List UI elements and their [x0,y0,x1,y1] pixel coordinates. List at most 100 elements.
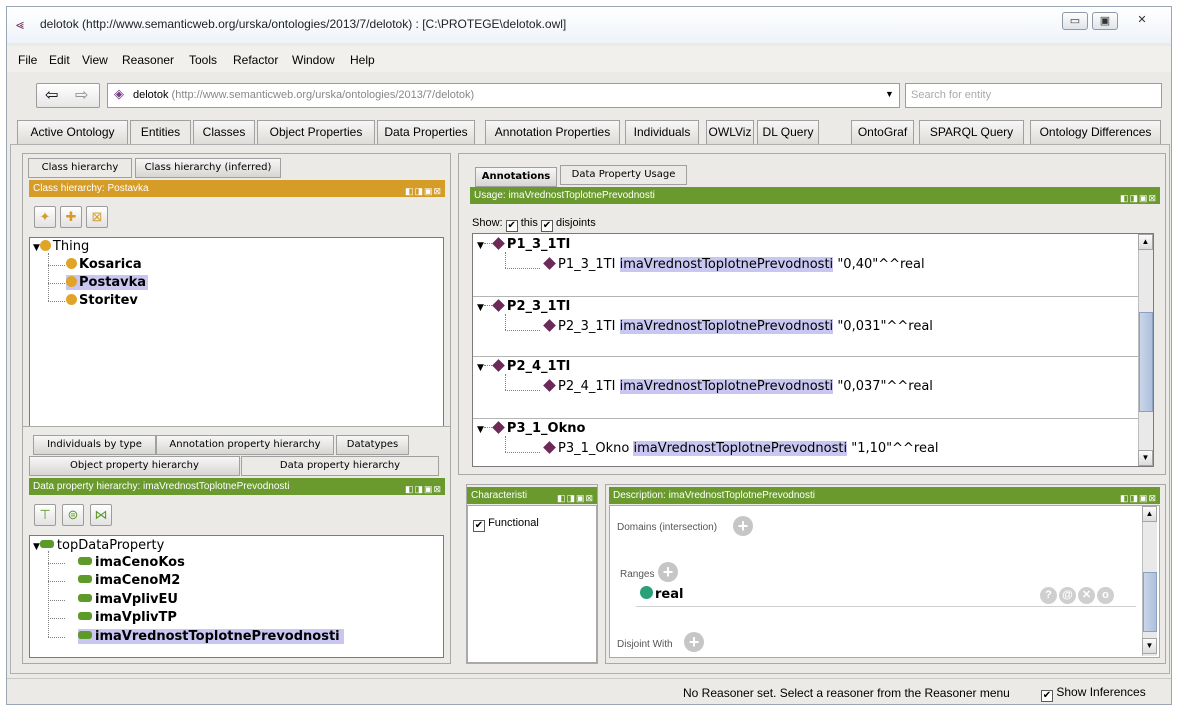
add-sibling-class-icon[interactable]: ✚ [60,206,82,228]
explain-icon[interactable]: ? [1040,587,1057,604]
description-scroll-thumb[interactable] [1143,572,1157,632]
usage-item-header[interactable]: ▼ P1_3_1TI [477,237,570,252]
tree-connector [48,637,65,638]
tab-annotation-property-hierarchy[interactable]: Annotation property hierarchy [156,435,334,455]
tree-connector [505,436,506,452]
chevron-down-icon[interactable]: ▼ [885,89,894,99]
tab-entities[interactable]: Entities [130,120,191,145]
add-subclass-icon[interactable]: ✦ [34,206,56,228]
tab-owlviz[interactable]: OWLViz [706,120,754,144]
usage-item-assertion[interactable]: P2_3_1TI imaVrednostToplotnePrevodnosti … [543,319,933,334]
usage-scroll-thumb[interactable] [1139,312,1153,412]
tree-node-imacenom2[interactable]: imaCenoM2 [78,573,180,588]
menu-view[interactable]: View [82,53,108,67]
tab-classes[interactable]: Classes [193,120,255,144]
menu-reasoner[interactable]: Reasoner [122,53,174,67]
tab-sparql-query[interactable]: SPARQL Query [919,120,1024,144]
functional-checkbox[interactable]: ✔ [473,520,485,532]
tab-ontology-differences[interactable]: Ontology Differences [1030,120,1161,144]
expand-arrow-icon[interactable]: ▼ [33,243,40,253]
tree-node-thing[interactable]: ▼ Thing [33,239,89,254]
back-arrow-icon[interactable]: ⇦ [45,85,58,105]
expand-arrow-icon[interactable]: ▼ [33,542,40,552]
close-button[interactable]: ✕ [1124,12,1160,30]
scroll-up-icon[interactable]: ▲ [1138,234,1153,250]
view-controls-icon[interactable]: ◧◨▣⊠ [1120,190,1157,204]
minimize-button[interactable]: ▭ [1062,12,1088,30]
tree-node-postavka[interactable]: Postavka [66,275,149,290]
view-controls-icon[interactable]: ◧◨▣⊠ [557,490,594,504]
tab-annotation-properties[interactable]: Annotation Properties [485,120,620,144]
range-item[interactable]: real [640,586,683,602]
menu-help[interactable]: Help [350,53,375,67]
reasoner-status: No Reasoner set. Select a reasoner from … [683,686,1010,700]
search-input[interactable]: Search for entity [905,83,1162,108]
tree-node-imacenokos[interactable]: imaCenoKos [78,555,185,570]
expand-arrow-icon[interactable]: ▼ [477,425,484,435]
tab-active-ontology[interactable]: Active Ontology [17,120,128,144]
add-sub-property-icon[interactable]: ⊤ [34,504,56,526]
maximize-button[interactable]: ▣ [1092,12,1118,30]
annotate-icon[interactable]: @ [1059,587,1076,604]
divider [473,418,1138,419]
menu-file[interactable]: File [18,53,37,67]
description-header: Description: imaVrednostToplotnePrevodno… [609,487,1160,504]
tab-class-hierarchy-inferred[interactable]: Class hierarchy (inferred) [135,158,281,178]
usage-item-header[interactable]: ▼ P2_3_1TI [477,299,570,314]
tab-dl-query[interactable]: DL Query [757,120,819,144]
tab-annotations[interactable]: Annotations [475,167,557,187]
menu-edit[interactable]: Edit [49,53,70,67]
add-range-icon[interactable]: + [658,562,678,582]
usage-item-assertion[interactable]: P1_3_1TI imaVrednostToplotnePrevodnosti … [543,257,925,272]
usage-item-header[interactable]: ▼ P3_1_Okno [477,421,585,436]
tab-data-properties[interactable]: Data Properties [377,120,475,144]
functional-row: ✔ Functional [473,517,539,532]
scroll-up-icon[interactable]: ▲ [1142,506,1157,522]
tree-node-top-data-property[interactable]: ▼ topDataProperty [33,538,164,553]
disjoints-checkbox[interactable]: ✔ [540,220,553,232]
tab-individuals-by-type[interactable]: Individuals by type [33,435,156,455]
tab-individuals[interactable]: Individuals [625,120,699,144]
add-disjoint-icon[interactable]: + [684,632,704,652]
tab-datatypes[interactable]: Datatypes [336,435,409,455]
edit-icon[interactable]: o [1097,587,1114,604]
menu-tools[interactable]: Tools [189,53,217,67]
add-sibling-property-icon[interactable]: ⊜ [62,504,84,526]
scroll-down-icon[interactable]: ▼ [1142,638,1157,654]
class-icon [66,258,77,269]
tab-object-properties[interactable]: Object Properties [257,120,375,144]
delete-class-icon[interactable]: ⊠ [86,206,108,228]
tree-node-imavrednosttoplotneprevodnosti[interactable]: imaVrednostToplotnePrevodnosti [78,629,344,644]
usage-item-assertion[interactable]: P3_1_Okno imaVrednostToplotnePrevodnosti… [543,441,939,456]
tree-node-storitev[interactable]: Storitev [66,293,138,308]
tab-class-hierarchy[interactable]: Class hierarchy [28,158,132,178]
tree-node-kosarica[interactable]: Kosarica [66,257,142,272]
usage-item-assertion[interactable]: P2_4_1TI imaVrednostToplotnePrevodnosti … [543,379,933,394]
tree-connector [48,563,65,564]
tab-object-property-hierarchy[interactable]: Object property hierarchy [29,456,240,476]
tree-node-imavplivtp[interactable]: imaVplivTP [78,610,177,625]
usage-item-header[interactable]: ▼ P2_4_1TI [477,359,570,374]
expand-arrow-icon[interactable]: ▼ [477,303,484,313]
add-domain-icon[interactable]: + [733,516,753,536]
view-controls-icon[interactable]: ◧◨▣⊠ [405,481,442,495]
expand-arrow-icon[interactable]: ▼ [477,241,484,251]
menu-refactor[interactable]: Refactor [233,53,278,67]
delete-property-icon[interactable]: ⋈ [90,504,112,526]
tab-data-property-usage[interactable]: Data Property Usage [560,165,687,185]
show-filter-row: Show: ✔ this ✔ disjoints [472,217,596,232]
view-controls-icon[interactable]: ◧◨▣⊠ [1120,490,1157,504]
divider [473,356,1138,357]
disjoints-label: disjoints [555,217,596,229]
tab-data-property-hierarchy[interactable]: Data property hierarchy [241,456,439,476]
scroll-down-icon[interactable]: ▼ [1138,450,1153,466]
forward-arrow-icon[interactable]: ⇨ [75,85,88,105]
expand-arrow-icon[interactable]: ▼ [477,363,484,373]
menu-window[interactable]: Window [292,53,335,67]
delete-icon[interactable]: ✕ [1078,587,1095,604]
tree-node-imavpliveu[interactable]: imaVplivEU [78,592,178,607]
this-checkbox[interactable]: ✔ [505,220,518,232]
show-inferences-checkbox[interactable]: ✔ [1041,690,1053,702]
tab-ontograf[interactable]: OntoGraf [851,120,914,144]
view-controls-icon[interactable]: ◧◨▣⊠ [405,183,442,197]
